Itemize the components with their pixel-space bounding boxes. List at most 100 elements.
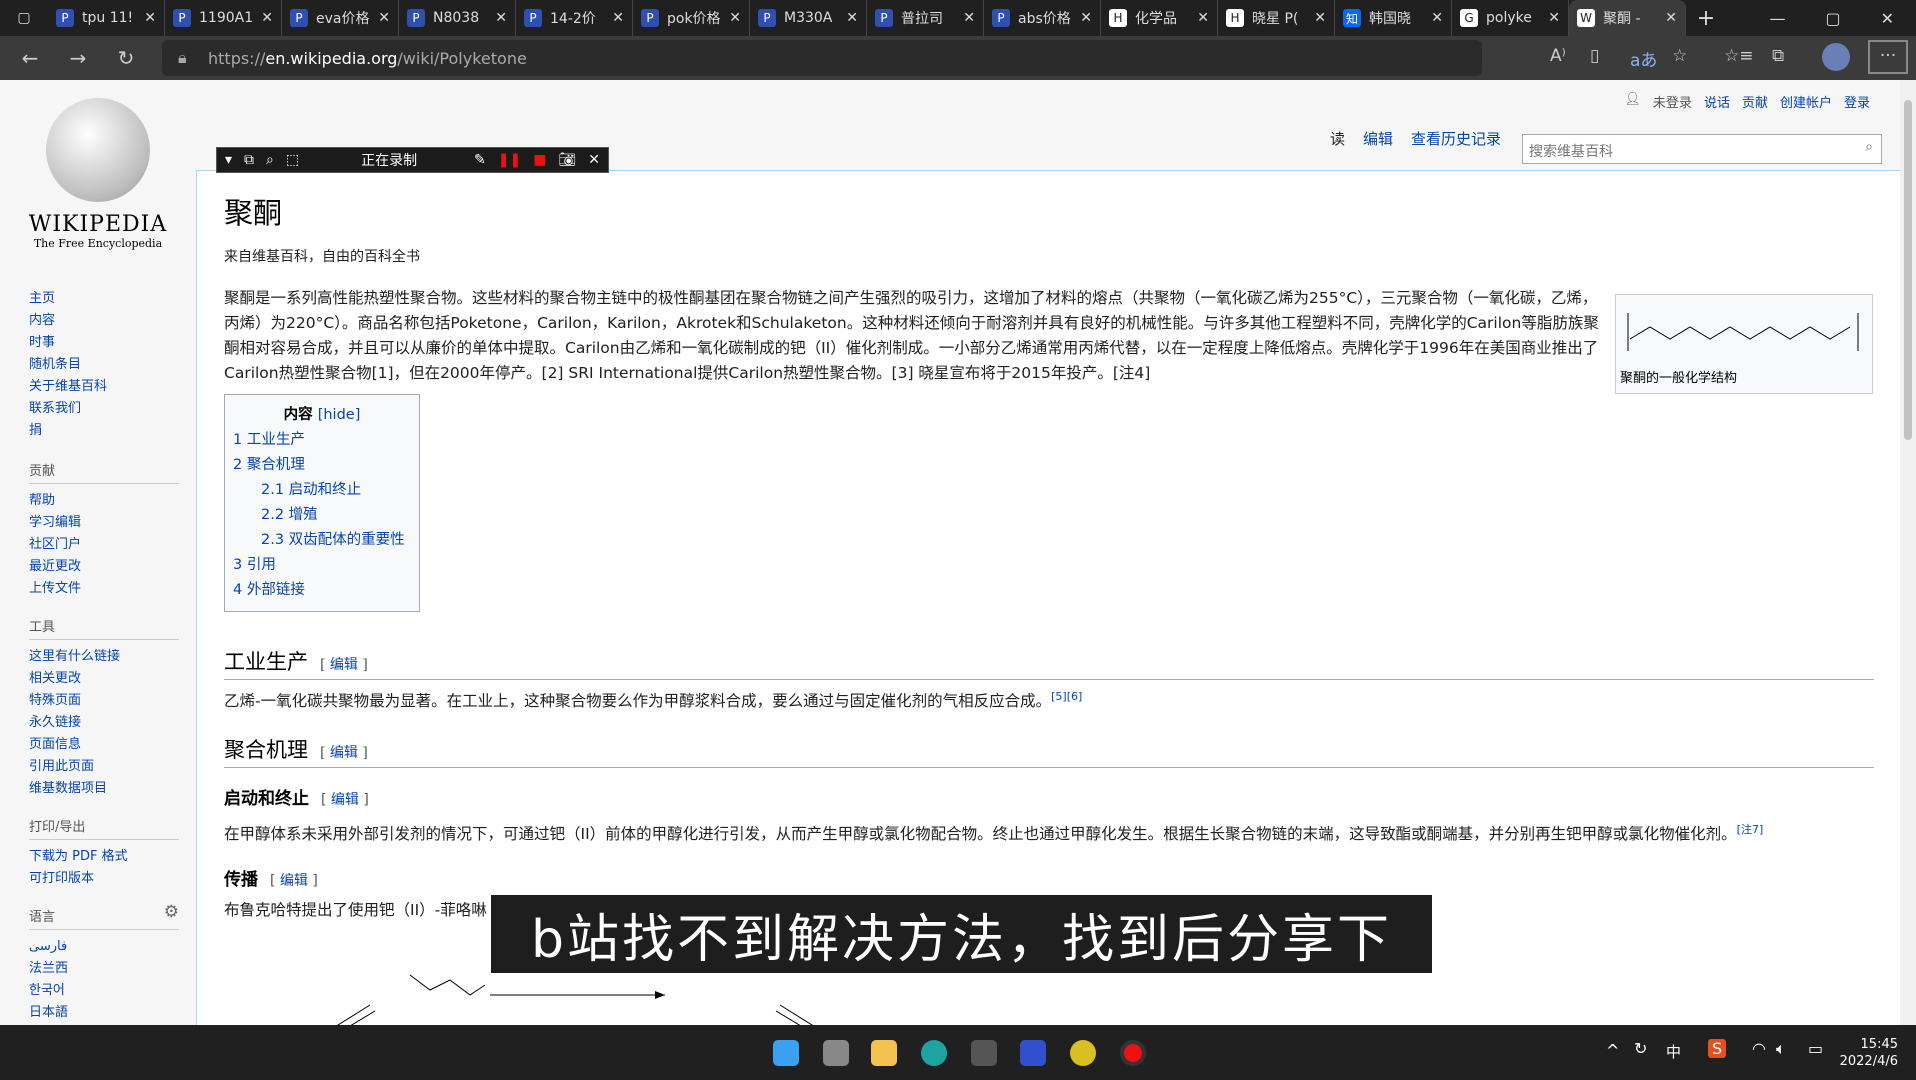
edit-link[interactable]: 编辑 bbox=[331, 792, 359, 808]
pen-icon[interactable]: ✎ bbox=[474, 152, 486, 168]
toc-hide-link[interactable]: [hide] bbox=[318, 407, 361, 423]
tab-close-icon[interactable]: ✕ bbox=[261, 10, 273, 26]
browser-tab[interactable]: H 化学品 ✕ bbox=[1101, 0, 1218, 36]
toc-item[interactable]: 2.3 双齿配体的重要性 bbox=[233, 528, 411, 553]
browser-tab[interactable]: Peva价格 ✕ bbox=[282, 0, 399, 36]
wikipedia-logo[interactable]: WIKIPEDIA The Free Encyclopedia bbox=[28, 98, 168, 250]
toc-item[interactable]: 3 引用 bbox=[233, 553, 411, 578]
tab-close-icon[interactable]: ✕ bbox=[1548, 10, 1560, 26]
browser-tab[interactable]: P 14-2价 ✕ bbox=[516, 0, 633, 36]
sidebar-link[interactable]: 页面信息 bbox=[29, 734, 179, 756]
more-menu-button[interactable]: ··· bbox=[1868, 40, 1908, 74]
zoom-icon[interactable]: ⌕ bbox=[266, 152, 274, 168]
sidebar-link[interactable]: 内容 bbox=[29, 310, 179, 332]
minimize-button[interactable]: — bbox=[1769, 9, 1785, 28]
toc-item[interactable]: 2.1 启动和终止 bbox=[233, 478, 411, 503]
tab-close-icon[interactable]: ✕ bbox=[1431, 10, 1443, 26]
sidebar-link[interactable]: 한국어 bbox=[29, 980, 179, 1002]
sidebar-link[interactable]: 特殊页面 bbox=[29, 690, 179, 712]
tab-close-icon[interactable]: ✕ bbox=[1314, 10, 1326, 26]
browser-tab[interactable]: H 晓星 P(✕ bbox=[1218, 0, 1335, 36]
sidebar-link[interactable]: 可打印版本 bbox=[29, 868, 179, 890]
toc-item[interactable]: 2 聚合机理 bbox=[233, 453, 411, 478]
view-tab[interactable]: 读 bbox=[1330, 128, 1345, 149]
app-icon[interactable] bbox=[971, 1040, 997, 1066]
reference-link[interactable]: [注7] bbox=[1737, 823, 1764, 836]
tab-close-icon[interactable]: ✕ bbox=[144, 10, 156, 26]
language-settings-gear-icon[interactable]: ⚙ bbox=[164, 902, 179, 922]
sidebar-link[interactable]: 下载为 PDF 格式 bbox=[29, 846, 179, 868]
add-favorite-icon[interactable]: ☆ bbox=[1672, 46, 1687, 66]
sidebar-link[interactable]: 主页 bbox=[29, 288, 179, 310]
tab-close-icon[interactable]: ✕ bbox=[495, 10, 507, 26]
translate-icon[interactable]: aあ bbox=[1630, 46, 1657, 71]
tab-close-icon[interactable]: ✕ bbox=[963, 10, 975, 26]
sidebar-link[interactable]: 相关更改 bbox=[29, 668, 179, 690]
user-link[interactable]: 创建帐户 bbox=[1780, 92, 1832, 111]
browser-tab[interactable]: Pabs价格 ✕ bbox=[984, 0, 1101, 36]
browser-tab[interactable]: P M330A ✕ bbox=[750, 0, 867, 36]
close-icon[interactable]: ✕ bbox=[588, 152, 600, 168]
sidebar-link[interactable]: 随机条目 bbox=[29, 354, 179, 376]
ime-indicator[interactable]: 中 bbox=[1666, 1041, 1681, 1062]
sidebar-link[interactable]: 帮助 bbox=[29, 490, 179, 512]
search-input[interactable]: 搜索维基百科 ⌕ bbox=[1522, 134, 1882, 164]
show-hidden-icons-chevron-icon[interactable]: ^ bbox=[1606, 1041, 1619, 1060]
stop-icon[interactable]: ■ bbox=[533, 152, 546, 168]
edit-link[interactable]: 编辑 bbox=[330, 657, 358, 673]
wifi-icon[interactable]: ◠ bbox=[1752, 1039, 1766, 1058]
favorites-icon[interactable]: ☆≡ bbox=[1724, 46, 1753, 66]
close-window-button[interactable]: ✕ bbox=[1881, 9, 1894, 28]
sidebar-link[interactable]: 维基数据项目 bbox=[29, 778, 179, 800]
sogou-icon[interactable]: S bbox=[1708, 1039, 1727, 1058]
tab-close-icon[interactable]: ✕ bbox=[1665, 10, 1677, 26]
view-tab[interactable]: 查看历史记录 bbox=[1411, 128, 1501, 149]
toc-item[interactable]: 2.2 增殖 bbox=[233, 503, 411, 528]
volume-icon[interactable]: 🔈︎ bbox=[1776, 1039, 1786, 1059]
sidebar-link[interactable]: 联系我们 bbox=[29, 398, 179, 420]
collections-icon[interactable]: ⧉ bbox=[1772, 46, 1784, 66]
back-button[interactable]: ← bbox=[6, 46, 54, 70]
window-icon[interactable]: ⧉ bbox=[244, 152, 254, 168]
sidebar-link[interactable]: فارسی bbox=[29, 936, 179, 958]
forward-button[interactable]: → bbox=[54, 46, 102, 70]
edit-link[interactable]: 编辑 bbox=[330, 745, 358, 761]
battery-icon[interactable]: ▭ bbox=[1808, 1039, 1823, 1058]
tab-actions-icon[interactable]: ▢ bbox=[0, 10, 48, 26]
app-icon[interactable] bbox=[1070, 1040, 1096, 1066]
scrollbar[interactable] bbox=[1900, 80, 1916, 1025]
reference-link[interactable]: [5][6] bbox=[1051, 690, 1082, 703]
url-input[interactable]: 🔒︎ https://en.wikipedia.org/wiki/Polyket… bbox=[162, 40, 1482, 76]
clock[interactable]: 15:45 2022/4/6 bbox=[1840, 1036, 1898, 1070]
sidebar-link[interactable]: 捐 bbox=[29, 420, 179, 442]
sidebar-link[interactable]: 学习编辑 bbox=[29, 512, 179, 534]
maximize-button[interactable]: ▢ bbox=[1825, 9, 1840, 28]
sidebar-link[interactable]: 上传文件 bbox=[29, 578, 179, 600]
tab-close-icon[interactable]: ✕ bbox=[378, 10, 390, 26]
read-aloud-icon[interactable]: A⁾ bbox=[1550, 46, 1566, 66]
file-explorer-icon[interactable] bbox=[871, 1040, 897, 1066]
sidebar-link[interactable]: 关于维基百科 bbox=[29, 376, 179, 398]
app-icon[interactable] bbox=[1020, 1040, 1046, 1066]
start-icon[interactable] bbox=[773, 1040, 799, 1066]
toc-item[interactable]: 4 外部链接 bbox=[233, 578, 411, 603]
tab-close-icon[interactable]: ✕ bbox=[846, 10, 858, 26]
toc-item[interactable]: 1 工业生产 bbox=[233, 428, 411, 453]
task-view-icon[interactable] bbox=[823, 1040, 849, 1066]
recorder-app-icon[interactable] bbox=[1120, 1040, 1146, 1066]
tab-close-icon[interactable]: ✕ bbox=[1080, 10, 1092, 26]
tab-close-icon[interactable]: ✕ bbox=[612, 10, 624, 26]
sidebar-link[interactable]: 日本語 bbox=[29, 1002, 179, 1024]
camera-icon[interactable]: 📷︎ bbox=[558, 152, 576, 168]
dropdown-icon[interactable]: ▾ bbox=[225, 152, 232, 168]
browser-tab[interactable]: 知韩国晓 ✕ bbox=[1335, 0, 1452, 36]
browser-tab[interactable]: Ppok价格 ✕ bbox=[633, 0, 750, 36]
region-icon[interactable]: ⬚ bbox=[286, 152, 299, 168]
sync-icon[interactable]: ↻ bbox=[1634, 1039, 1647, 1058]
profile-avatar[interactable] bbox=[1822, 43, 1850, 71]
sidebar-link[interactable]: 这里有什么链接 bbox=[29, 646, 179, 668]
refresh-button[interactable]: ↻ bbox=[102, 46, 150, 70]
browser-tab[interactable]: Ptpu 11! ✕ bbox=[48, 0, 165, 36]
browser-tab[interactable]: Gpolyke ✕ bbox=[1452, 0, 1569, 36]
user-link[interactable]: 登录 bbox=[1844, 92, 1870, 111]
